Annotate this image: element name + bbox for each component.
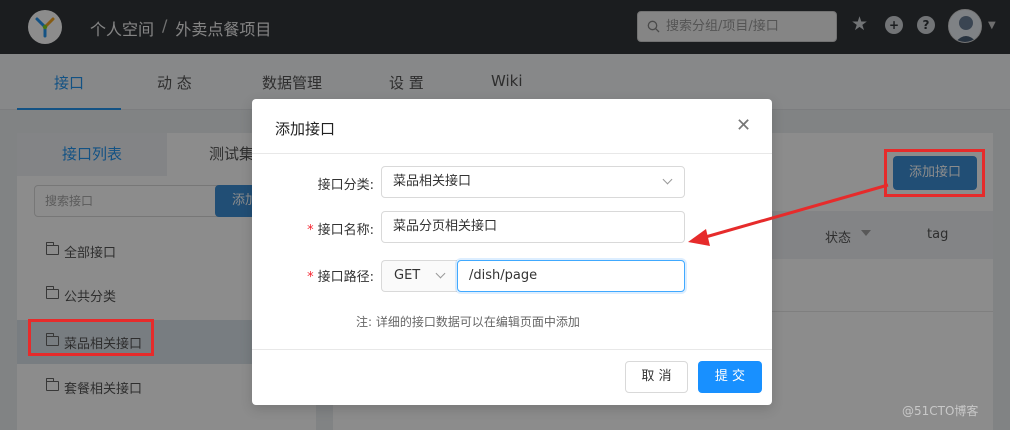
watermark: @51CTO博客 bbox=[902, 404, 979, 418]
annotation-arrow bbox=[688, 183, 889, 246]
